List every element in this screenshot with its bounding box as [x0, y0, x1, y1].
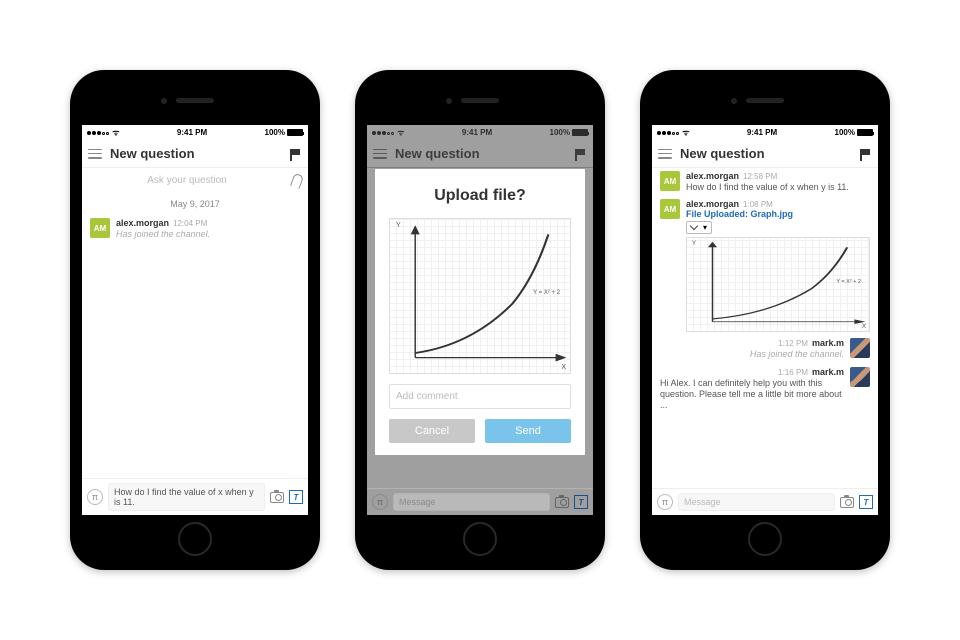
message-text: Has joined the channel.: [660, 349, 844, 360]
message: AM alex.morgan 12:58 PM How do I find the…: [652, 168, 878, 196]
avatar[interactable]: AM: [660, 171, 680, 191]
upload-modal: Upload file? Y X Y = X² + 2 Add comment …: [375, 169, 585, 455]
tutor-icon[interactable]: T: [289, 490, 303, 504]
message: 1:16 PM mark.m Hi Alex. I can definitely …: [652, 364, 878, 415]
status-time: 9:41 PM: [177, 128, 207, 137]
pi-icon: π: [372, 494, 388, 510]
message-text: How do I find the value of x when y is 1…: [686, 182, 870, 193]
cancel-button[interactable]: Cancel: [389, 419, 475, 443]
pi-icon[interactable]: π: [657, 494, 673, 510]
username[interactable]: alex.morgan: [686, 199, 739, 209]
tutor-icon[interactable]: T: [859, 495, 873, 509]
graph-annotation: Y = X² + 2: [533, 290, 560, 296]
username[interactable]: mark.m: [812, 338, 844, 348]
page-title: New question: [110, 146, 282, 161]
flag-icon[interactable]: [290, 149, 302, 159]
phone-mockup-1: ᯤ 9:41 PM 100% New question Ask your que…: [70, 70, 320, 570]
phone-mockup-2: ᯤ 9:41 PM 100% New question Upload file?…: [355, 70, 605, 570]
app-header: New question: [82, 140, 308, 168]
message-joined: 1:12 PM mark.m Has joined the channel.: [652, 335, 878, 363]
signal-icon: ᯤ: [657, 127, 690, 138]
send-button[interactable]: Send: [485, 419, 571, 443]
status-time: 9:41 PM: [747, 128, 777, 137]
signal-icon: ᯤ: [87, 127, 120, 138]
timestamp: 1:08 PM: [743, 200, 773, 209]
pi-icon[interactable]: π: [87, 489, 103, 505]
app-header: New question: [652, 140, 878, 168]
battery-icon: 100%: [835, 128, 873, 137]
status-bar: ᯤ 9:41 PM 100%: [82, 125, 308, 140]
message-text: Has joined the channel.: [116, 229, 300, 240]
timestamp: 12:04 PM: [173, 219, 207, 228]
camera-icon[interactable]: [270, 492, 284, 503]
avatar[interactable]: [850, 367, 870, 387]
avatar[interactable]: AM: [90, 218, 110, 238]
modal-title: Upload file?: [389, 187, 571, 205]
menu-icon[interactable]: [88, 149, 102, 159]
graph-annotation: Y = X² + 2: [836, 279, 861, 285]
home-button[interactable]: [463, 522, 497, 556]
phone-mockup-3: ᯤ 9:41 PM 100% New question AM alex.morg…: [640, 70, 890, 570]
message-input[interactable]: Message: [678, 493, 835, 511]
file-upload-link[interactable]: File Uploaded: Graph.jpg: [686, 209, 870, 219]
message-input[interactable]: How do I find the value of x when y is 1…: [108, 483, 265, 511]
status-bar: ᯤ 9:41 PM 100%: [652, 125, 878, 140]
paperclip-icon[interactable]: [290, 172, 304, 189]
menu-icon[interactable]: [658, 149, 672, 159]
message-input-bar: π Message T: [652, 488, 878, 515]
ask-question-placeholder[interactable]: Ask your question: [88, 171, 286, 190]
date-separator: May 9, 2017: [82, 193, 308, 215]
home-button[interactable]: [178, 522, 212, 556]
username[interactable]: alex.morgan: [686, 171, 739, 181]
message-text: Hi Alex. I can definitely help you with …: [660, 378, 844, 412]
tutor-icon: T: [574, 495, 588, 509]
download-button[interactable]: ▾: [686, 221, 712, 234]
message-input-bar: π How do I find the value of x when y is…: [82, 478, 308, 515]
ask-bar: Ask your question: [82, 168, 308, 193]
message-file: AM alex.morgan 1:08 PM File Uploaded: Gra…: [652, 196, 878, 335]
timestamp: 12:58 PM: [743, 172, 777, 181]
username[interactable]: mark.m: [812, 367, 844, 377]
camera-icon[interactable]: [840, 497, 854, 508]
avatar[interactable]: [850, 338, 870, 358]
camera-icon: [555, 497, 569, 508]
graph-preview: Y X Y = X² + 2: [389, 218, 571, 374]
timestamp: 1:12 PM: [778, 339, 808, 348]
home-button[interactable]: [748, 522, 782, 556]
message-joined: AM alex.morgan 12:04 PM Has joined the ch…: [82, 215, 308, 243]
username[interactable]: alex.morgan: [116, 218, 169, 228]
comment-input[interactable]: Add comment: [389, 384, 571, 409]
avatar[interactable]: AM: [660, 199, 680, 219]
flag-icon[interactable]: [860, 149, 872, 159]
message-input: Message: [393, 493, 550, 511]
graph-attachment[interactable]: Y X Y = X² + 2: [686, 237, 870, 332]
battery-icon: 100%: [265, 128, 303, 137]
message-input-bar: π Message T: [367, 488, 593, 515]
page-title: New question: [680, 146, 852, 161]
timestamp: 1:16 PM: [778, 368, 808, 377]
